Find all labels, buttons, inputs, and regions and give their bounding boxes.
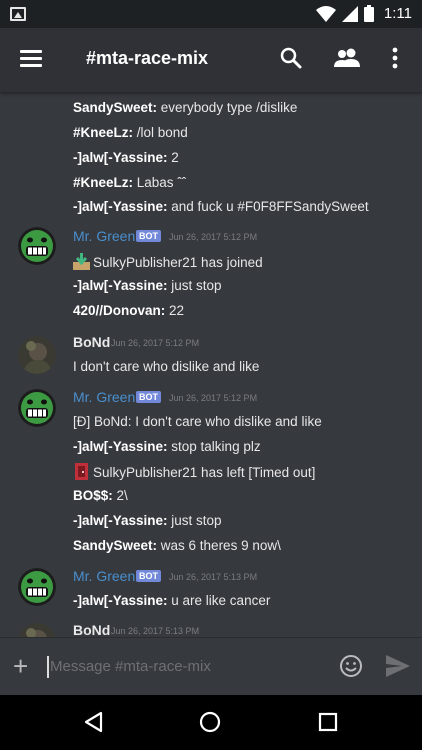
app-bar: #mta-race-mix [0, 28, 422, 92]
channel-title: #mta-race-mix [86, 48, 209, 68]
search-icon[interactable] [279, 46, 303, 70]
wifi-icon [315, 5, 336, 22]
bond-avatar-icon [18, 336, 56, 374]
recents-icon[interactable] [318, 712, 338, 732]
message-author[interactable]: Mr. Green [73, 228, 135, 244]
message-input[interactable]: Message #mta-race-mix [50, 658, 211, 675]
home-icon[interactable] [199, 711, 221, 733]
avatar[interactable] [18, 389, 56, 427]
message-line: -]alw[-Yassine: 2 [73, 150, 179, 165]
message-line: [Ð] BoNd: I don't care who dislike and l… [73, 414, 322, 429]
bot-badge: BOT [136, 391, 161, 403]
message-line: SulkyPublisher21 has joined [73, 253, 263, 270]
message-line: -]alw[-Yassine: stop talking plz [73, 439, 261, 454]
avatar[interactable] [18, 568, 56, 606]
message-composer: + Message #mta-race-mix [0, 637, 422, 695]
message-line: -]alw[-Yassine: and fuck u #F0F8FFSandyS… [73, 199, 369, 214]
add-attachment-icon[interactable]: + [13, 653, 28, 679]
message-line: #KneeLz: /lol bond [73, 125, 188, 140]
message-line: -]alw[-Yassine: u are like cancer [73, 593, 271, 608]
message-author[interactable]: Mr. Green [73, 389, 135, 405]
bot-badge: BOT [136, 570, 161, 582]
mr-green-avatar-icon [18, 568, 56, 606]
message-line: 420//Donovan: 22 [73, 303, 185, 318]
message-author[interactable]: BoNd [73, 334, 110, 350]
battery-icon [363, 5, 374, 22]
mr-green-avatar-icon [18, 389, 56, 427]
message-line: #KneeLz: Labas ˆˆ [73, 175, 187, 190]
message-line: SandySweet: everybody type /dislike [73, 100, 298, 115]
message-timestamp: Jun 26, 2017 5:12 PM [169, 232, 258, 242]
members-icon[interactable] [333, 46, 361, 70]
signal-icon [341, 5, 358, 22]
message-line: SulkyPublisher21 has left [Timed out] [73, 463, 315, 480]
message-line: I don't care who dislike and like [73, 359, 260, 374]
text-cursor [47, 656, 49, 678]
message-timestamp: Jun 26, 2017 5:12 PM [169, 393, 258, 403]
status-bar: 1:11 [0, 0, 422, 28]
message-author[interactable]: Mr. Green [73, 568, 135, 584]
message-line: -]alw[-Yassine: just stop [73, 513, 222, 528]
message-line: BO$$: 2\ [73, 488, 128, 503]
bot-badge: BOT [136, 230, 161, 242]
more-options-icon[interactable] [390, 46, 400, 70]
avatar[interactable] [18, 336, 56, 374]
emoji-icon[interactable] [339, 654, 363, 678]
image-notification-icon [10, 7, 26, 21]
menu-icon[interactable] [20, 50, 44, 70]
mr-green-avatar-icon [18, 227, 56, 265]
join-icon [73, 253, 90, 270]
bond-avatar-icon [18, 623, 56, 637]
back-icon[interactable] [83, 711, 103, 733]
message-line: -]alw[-Yassine: just stop [73, 278, 222, 293]
message-line: SandySweet: was 6 theres 9 now\ [73, 538, 281, 553]
avatar[interactable] [18, 623, 56, 637]
clock: 1:11 [383, 5, 412, 22]
message-list[interactable]: SandySweet: everybody type /dislike #Kne… [0, 92, 422, 637]
android-nav-bar [0, 695, 422, 750]
leave-icon [75, 463, 88, 480]
message-author[interactable]: BoNd [73, 622, 110, 637]
message-timestamp: Jun 26, 2017 5:12 PM [111, 338, 200, 348]
message-timestamp: Jun 26, 2017 5:13 PM [169, 572, 258, 582]
avatar[interactable] [18, 227, 56, 265]
message-timestamp: Jun 26, 2017 5:13 PM [111, 626, 200, 636]
send-icon[interactable] [386, 655, 410, 677]
